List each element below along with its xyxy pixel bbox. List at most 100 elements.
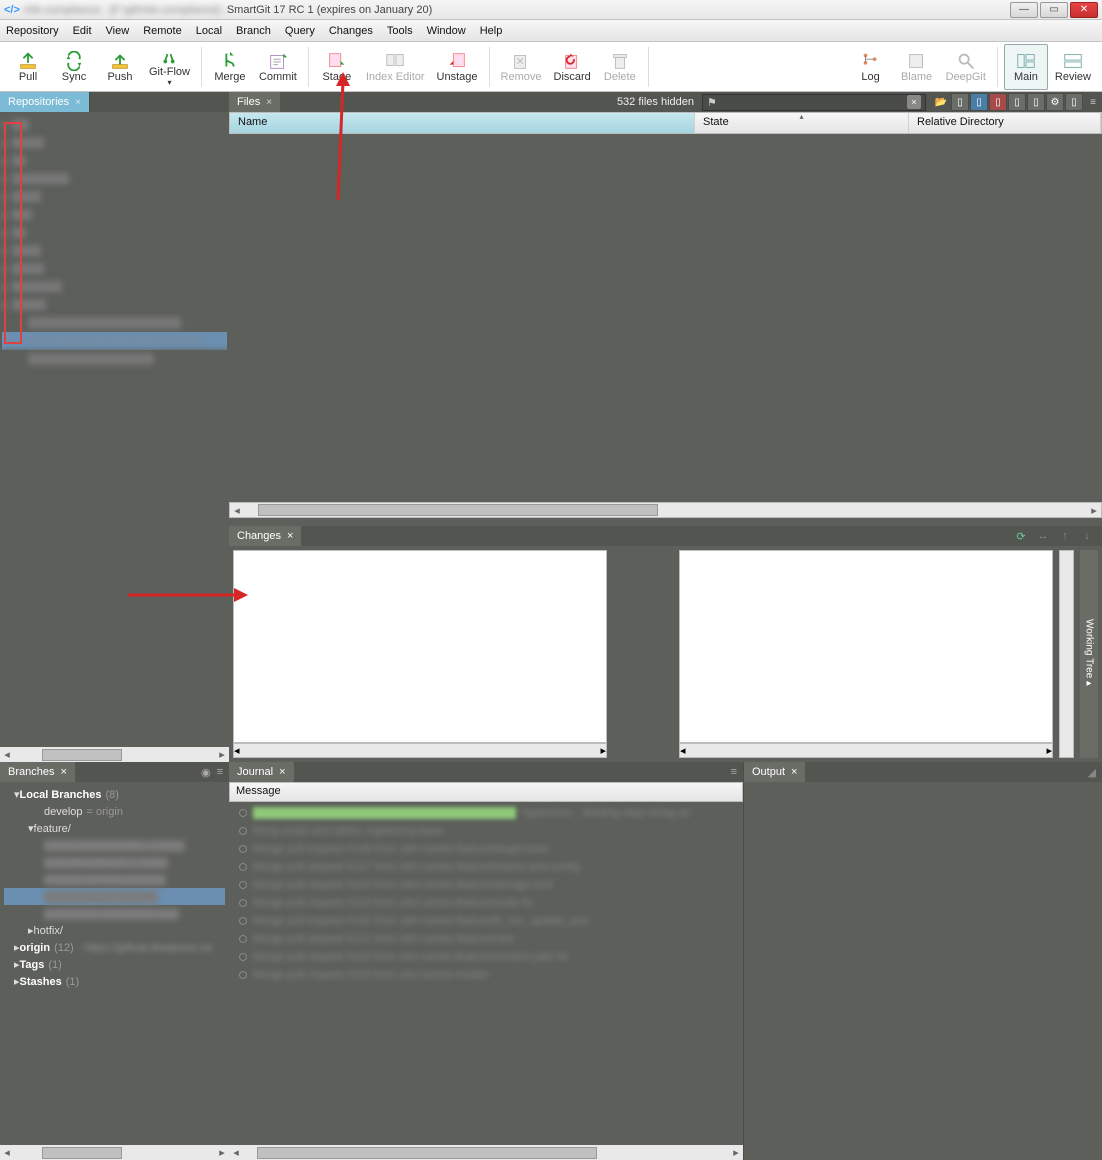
index-editor-button[interactable]: Index Editor: [361, 44, 430, 90]
app-logo-icon: </>: [4, 4, 20, 16]
hamburger-icon[interactable]: ≡: [217, 766, 223, 779]
journal-hscroll[interactable]: ◂▸: [229, 1145, 743, 1160]
filter-icon-1[interactable]: ▯: [951, 93, 969, 111]
filter-icon-3[interactable]: ▯: [989, 93, 1007, 111]
clear-search-icon[interactable]: ×: [907, 95, 921, 109]
commit-button[interactable]: Commit: [254, 44, 302, 90]
changes-left-hscroll[interactable]: ◂▸: [233, 743, 607, 758]
filter-icon-7[interactable]: ▯: [1065, 93, 1083, 111]
menubar: Repository Edit View Remote Local Branch…: [0, 20, 1102, 42]
close-icon[interactable]: ×: [791, 766, 797, 778]
minimize-button[interactable]: —: [1010, 2, 1038, 18]
journal-tab[interactable]: Journal×: [229, 762, 294, 782]
close-icon[interactable]: ×: [279, 766, 285, 778]
menu-view[interactable]: View: [106, 25, 130, 37]
filter-icon-2[interactable]: ▯: [970, 93, 988, 111]
menu-help[interactable]: Help: [480, 25, 503, 37]
menu-changes[interactable]: Changes: [329, 25, 373, 37]
close-icon[interactable]: ×: [60, 766, 66, 778]
changes-tab[interactable]: Changes ×: [229, 526, 301, 546]
menu-window[interactable]: Window: [427, 25, 466, 37]
output-tab-label: Output: [752, 766, 785, 778]
files-hscroll[interactable]: ◂▸: [229, 502, 1102, 518]
column-state[interactable]: ▴State: [695, 113, 909, 133]
close-icon[interactable]: ×: [287, 530, 293, 542]
chevron-down-icon: ▾: [167, 78, 171, 87]
files-hidden-status: 532 files hidden: [617, 96, 694, 108]
filter-icon-5[interactable]: ▯: [1027, 93, 1045, 111]
files-table-header: Name ▴State Relative Directory: [229, 112, 1102, 134]
output-body[interactable]: [744, 782, 1102, 1160]
menu-edit[interactable]: Edit: [73, 25, 92, 37]
menu-local[interactable]: Local: [196, 25, 222, 37]
changes-right-pane[interactable]: [679, 550, 1053, 743]
repositories-hscroll[interactable]: ◂▸: [0, 747, 229, 762]
menu-repository[interactable]: Repository: [6, 25, 59, 37]
deepgit-button[interactable]: DeepGit: [941, 44, 991, 90]
prev-change-icon[interactable]: ↑: [1056, 527, 1074, 545]
repositories-tab[interactable]: Repositories ×: [0, 92, 90, 112]
journal-header: Journal× ≡: [229, 762, 743, 782]
pull-button[interactable]: Pull: [6, 44, 50, 90]
swap-icon[interactable]: ↔: [1034, 527, 1052, 545]
files-tab[interactable]: Files ×: [229, 92, 280, 112]
discard-button[interactable]: Discard: [549, 44, 596, 90]
column-name[interactable]: Name: [230, 113, 695, 133]
journal-message-column[interactable]: Message: [229, 782, 743, 802]
merge-button[interactable]: Merge: [208, 44, 252, 90]
stage-button[interactable]: Stage: [315, 44, 359, 90]
toolbar: Pull Sync Push Git-Flow▾ Merge Commit St…: [0, 42, 1102, 92]
menu-tools[interactable]: Tools: [387, 25, 413, 37]
app-title: SmartGit 17 RC 1 (expires on January 20): [227, 4, 432, 16]
toolbar-menu-icon[interactable]: ≡: [1084, 93, 1102, 111]
close-icon[interactable]: ×: [75, 97, 81, 108]
filter-icon-4[interactable]: ▯: [1008, 93, 1026, 111]
changes-right-hscroll[interactable]: ◂▸: [679, 743, 1053, 758]
repositories-tree[interactable]: ▸WL ▸bitcoin ▸bic ▸WhatIsWeb ▸boxlet ▸so…: [0, 112, 229, 747]
files-table-body[interactable]: [229, 134, 1102, 502]
branches-hscroll[interactable]: ◂▸: [0, 1145, 229, 1160]
branches-tab[interactable]: Branches×: [0, 762, 75, 782]
maximize-button[interactable]: ▭: [1040, 2, 1068, 18]
close-button[interactable]: ✕: [1070, 2, 1098, 18]
flag-icon: ⚑: [707, 96, 717, 109]
hamburger-icon[interactable]: ≡: [731, 766, 737, 778]
push-button[interactable]: Push: [98, 44, 142, 90]
journal-list[interactable]: ABCDEFGHIJKLMNOPQRSTUVWXYZABCDEFGHhyperv…: [229, 802, 743, 1145]
unstage-button[interactable]: Unstage: [432, 44, 483, 90]
sync-button[interactable]: Sync: [52, 44, 96, 90]
toolbar-separator: [648, 47, 649, 87]
column-relative-directory[interactable]: Relative Directory: [909, 113, 1101, 133]
toolbar-separator: [997, 47, 998, 87]
folder-open-icon[interactable]: 📂: [932, 93, 950, 111]
menu-query[interactable]: Query: [285, 25, 315, 37]
panel-grip-icon[interactable]: ◢: [1088, 766, 1102, 779]
window-titlebar: </> risk-compliance - [F:\git\risk-compl…: [0, 0, 1102, 20]
delete-button[interactable]: Delete: [598, 44, 642, 90]
menu-branch[interactable]: Branch: [236, 25, 271, 37]
gitflow-button[interactable]: Git-Flow▾: [144, 44, 195, 90]
changes-left-pane[interactable]: [233, 550, 607, 743]
blame-button[interactable]: Blame: [895, 44, 939, 90]
close-icon[interactable]: ×: [266, 97, 272, 108]
remove-button[interactable]: Remove: [496, 44, 547, 90]
changes-tab-label: Changes: [237, 530, 281, 542]
files-tab-label: Files: [237, 96, 260, 108]
next-change-icon[interactable]: ↓: [1078, 527, 1096, 545]
main-view-button[interactable]: Main: [1004, 44, 1048, 90]
log-button[interactable]: Log: [849, 44, 893, 90]
working-tree-sidebar[interactable]: Working Tree ▸: [1080, 550, 1098, 758]
filter-icon-6[interactable]: ⚙: [1046, 93, 1064, 111]
review-view-button[interactable]: Review: [1050, 44, 1096, 90]
sort-asc-icon: ▴: [799, 112, 803, 121]
menu-remote[interactable]: Remote: [143, 25, 182, 37]
files-search-input[interactable]: ⚑×: [702, 94, 926, 111]
github-icon[interactable]: ◉: [201, 766, 211, 779]
repositories-tab-label: Repositories: [8, 96, 69, 108]
title-path: risk-compliance - [F:\git\risk-complianc…: [24, 4, 227, 16]
toolbar-separator: [308, 47, 309, 87]
output-tab[interactable]: Output ×: [744, 762, 805, 782]
branches-tree[interactable]: ▾ Local Branches(8) develop= origin ▾ fe…: [0, 782, 229, 1145]
changes-vscroll[interactable]: [1059, 550, 1074, 758]
refresh-icon[interactable]: ⟳: [1012, 527, 1030, 545]
